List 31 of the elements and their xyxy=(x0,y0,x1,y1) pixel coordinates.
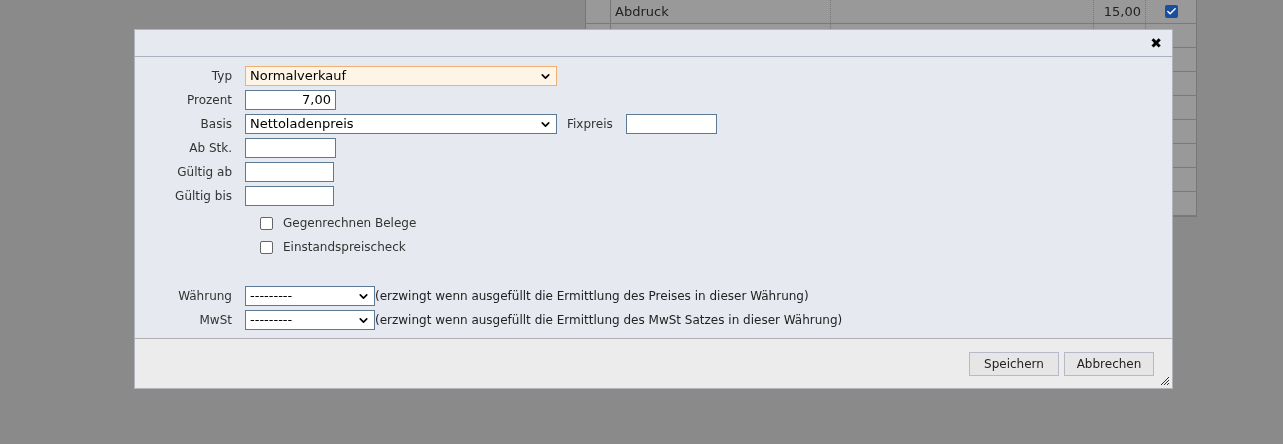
field-label: Typ xyxy=(210,68,233,85)
input-field[interactable] xyxy=(245,162,334,182)
dropdown[interactable]: Normalverkauf xyxy=(245,66,557,86)
input-field[interactable] xyxy=(625,114,717,134)
input-field[interactable] xyxy=(245,186,334,206)
checkbox-label: Einstandspreischeck xyxy=(283,239,406,256)
table-cell-text: Abdruck xyxy=(615,2,669,21)
field-label: Gültig bis xyxy=(174,188,233,205)
dropdown[interactable]: Nettoladenpreis xyxy=(245,114,557,134)
hint-text: (erzwingt wenn ausgefüllt die Ermittlung des Preises in dieser Währung) xyxy=(375,288,809,305)
checkbox[interactable] xyxy=(260,216,273,230)
hint-text: (erzwingt wenn ausgefüllt die Ermittlung des MwSt Satzes in dieser Währung) xyxy=(375,312,843,329)
checkbox[interactable] xyxy=(1164,5,1178,18)
input-field[interactable]: 7,00 xyxy=(245,90,336,110)
checkbox-label: Gegenrechnen Belege xyxy=(283,215,417,232)
field-label: MwSt xyxy=(198,312,233,329)
field-label: Währung xyxy=(177,288,233,305)
field-label: Gültig ab xyxy=(176,164,233,181)
dropdown[interactable]: --------- xyxy=(245,286,375,306)
close-button[interactable]: ✖ xyxy=(1150,36,1162,50)
field-label: Basis xyxy=(199,116,233,133)
dialog-button[interactable]: Speichern xyxy=(969,351,1059,376)
resize-grip-icon xyxy=(1160,376,1170,386)
field-label: Prozent xyxy=(185,92,233,109)
table-cell-text: 15,00 xyxy=(1103,2,1141,21)
field-label: Ab Stk. xyxy=(188,140,233,157)
input-field[interactable] xyxy=(245,138,336,158)
checkbox[interactable] xyxy=(260,240,273,254)
dialog-button[interactable]: Abbrechen xyxy=(1064,351,1154,376)
field-label: Fixpreis xyxy=(567,116,613,133)
dropdown[interactable]: --------- xyxy=(245,310,375,330)
